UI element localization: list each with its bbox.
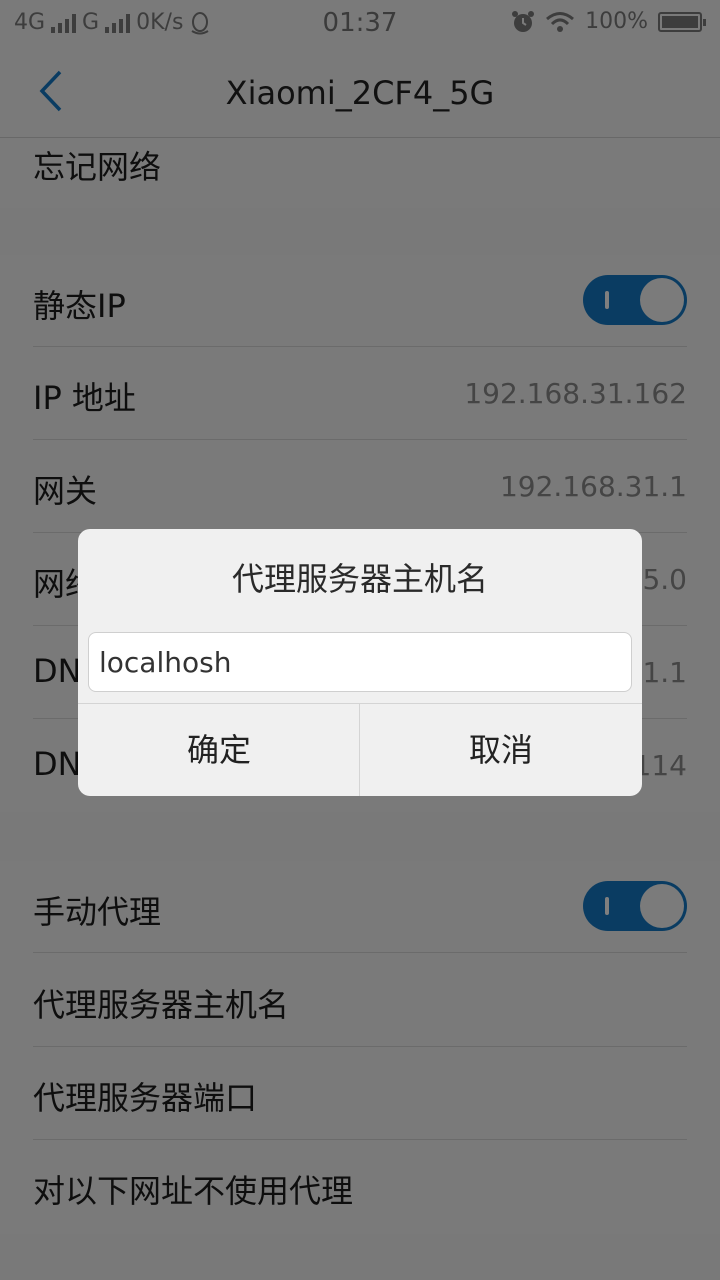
cancel-button[interactable]: 取消 (360, 704, 642, 796)
proxy-host-input[interactable] (88, 632, 632, 692)
confirm-button[interactable]: 确定 (78, 704, 360, 796)
dialog-title: 代理服务器主机名 (231, 560, 488, 598)
proxy-host-dialog: 代理服务器主机名 确定 取消 (78, 529, 642, 796)
dialog-buttons: 确定 取消 (78, 703, 642, 796)
